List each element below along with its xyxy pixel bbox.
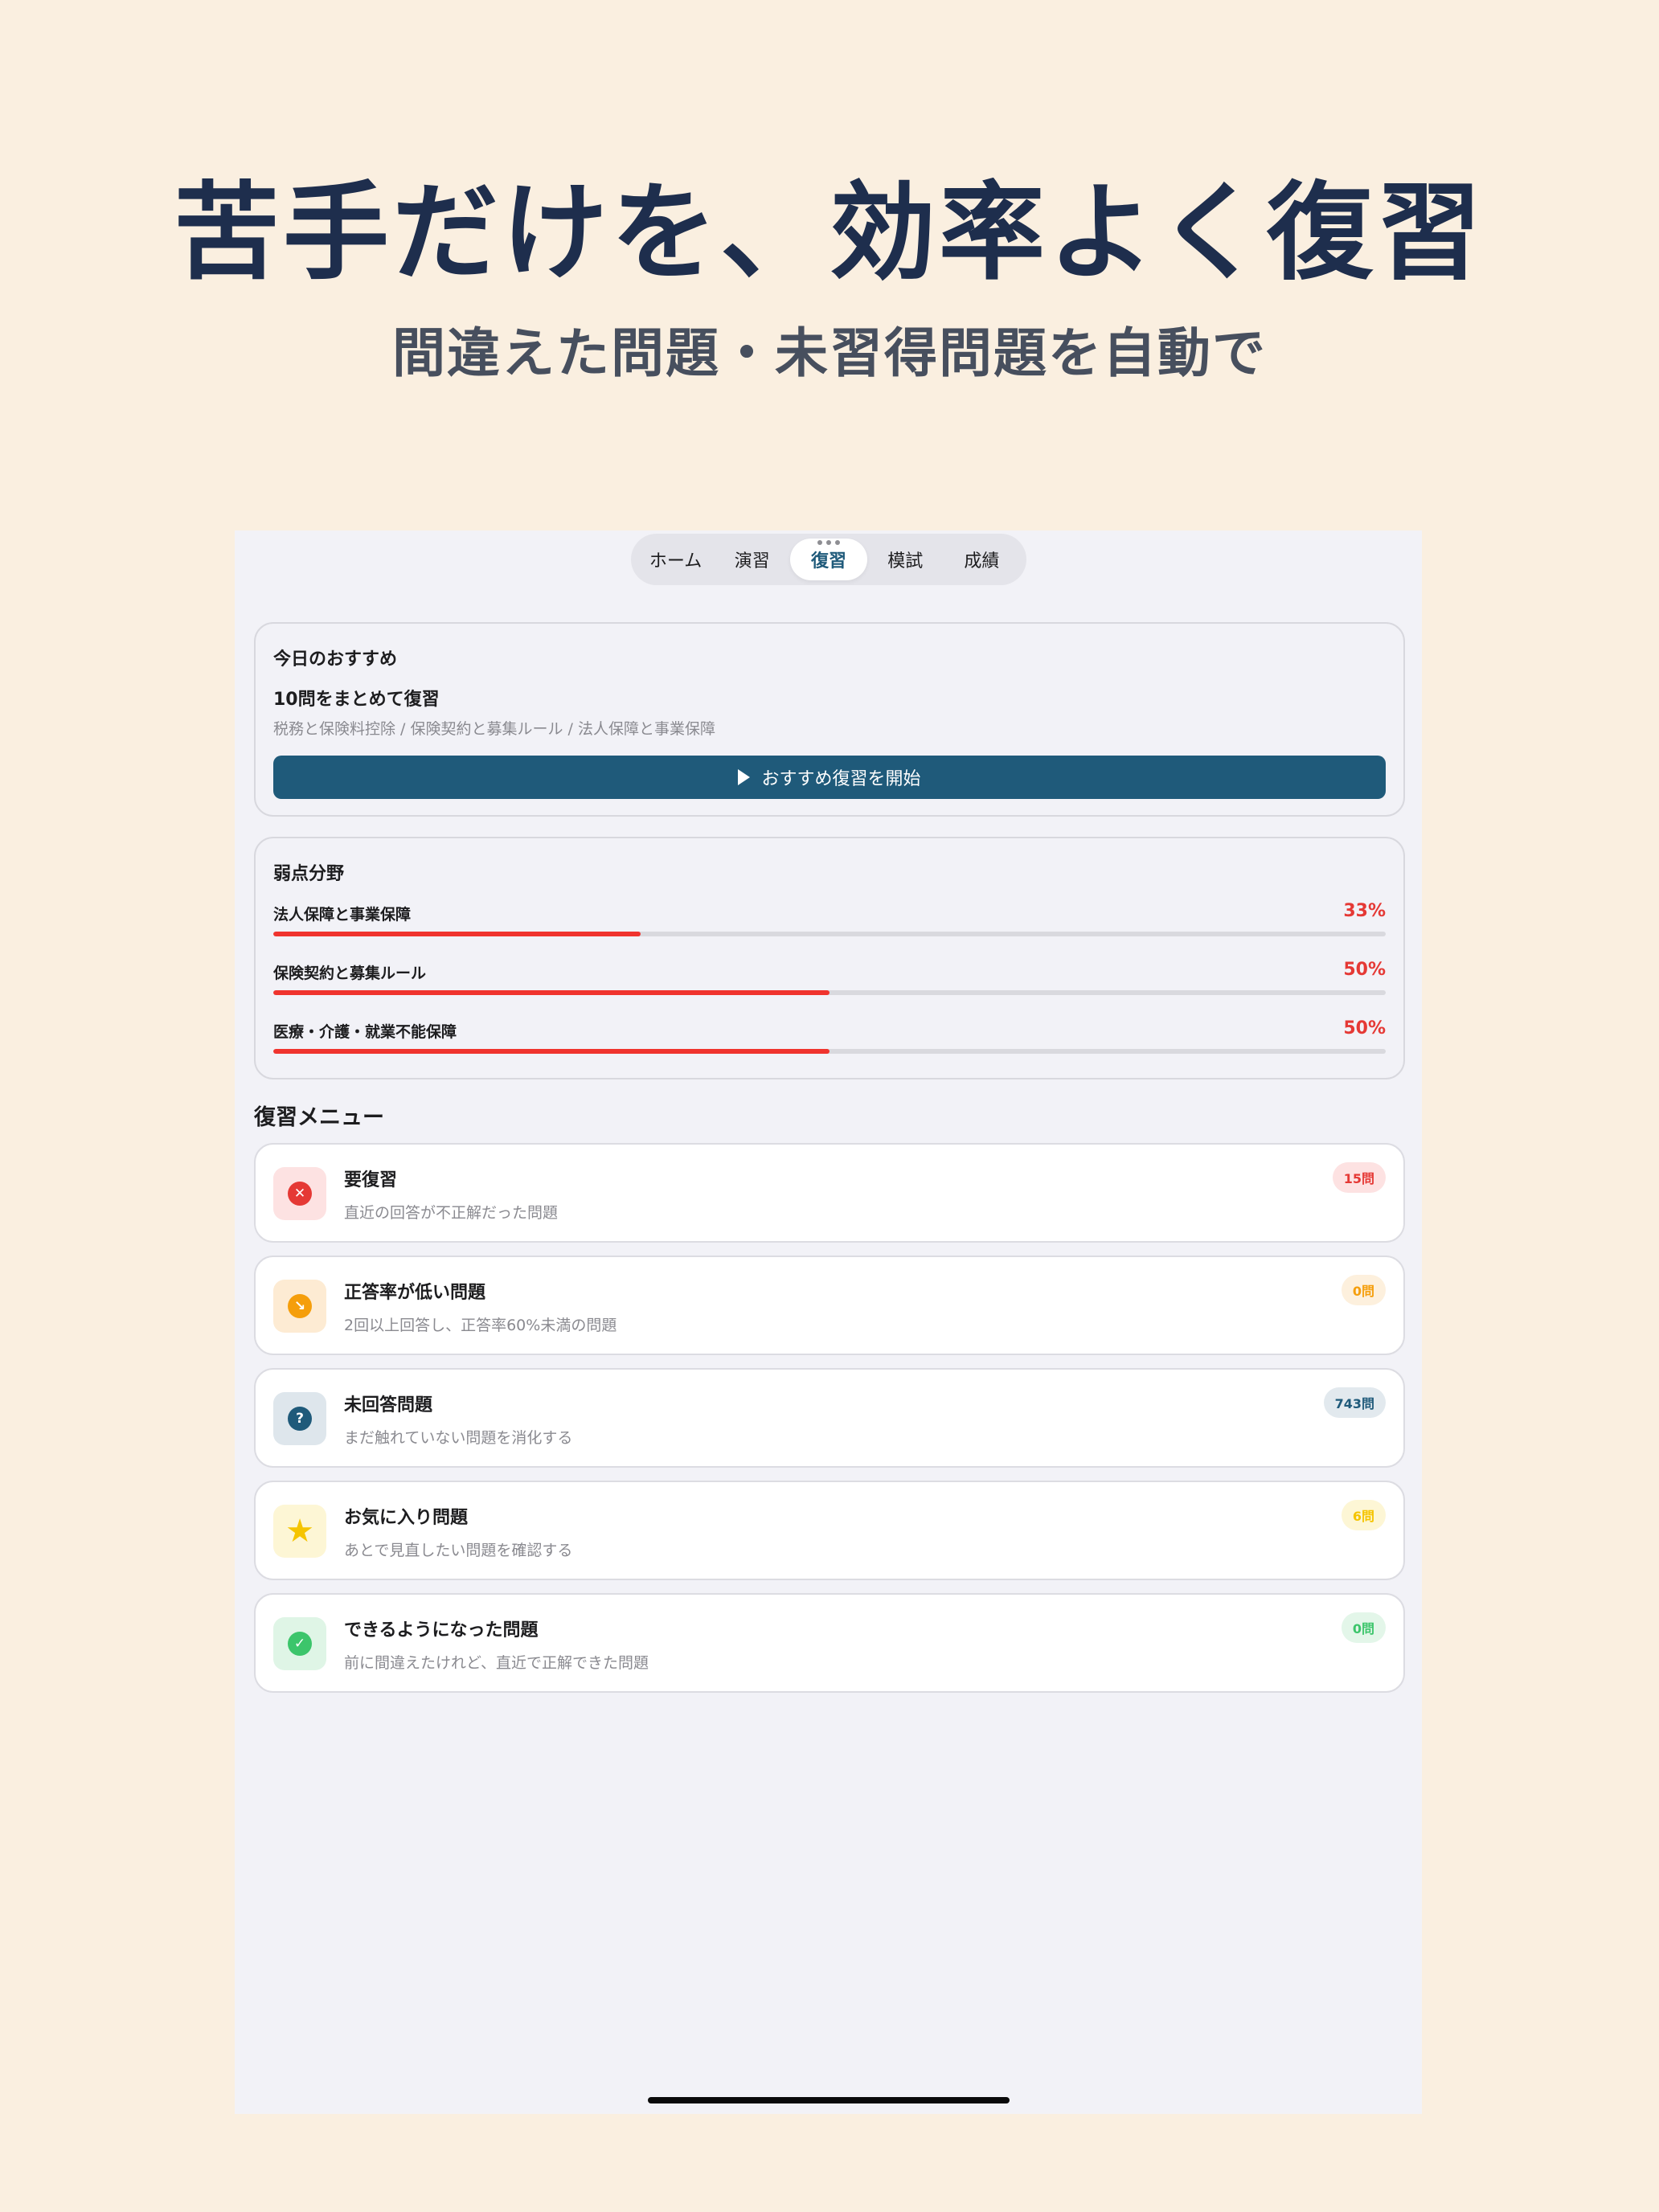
menu-item-description: 直近の回答が不正解だった問題 xyxy=(344,1204,559,1222)
menu-icon-box: ★ xyxy=(273,1505,326,1558)
menu-icon-box: ✓ xyxy=(273,1617,326,1670)
review-menu-item[interactable]: ↘ 正答率が低い問題 2回以上回答し、正答率60%未満の問題 0問 xyxy=(254,1256,1405,1355)
weak-area-progress-track xyxy=(273,1049,1386,1054)
weak-area-row: 医療・介護・就業不能保障 50% xyxy=(273,1018,1386,1055)
menu-item-title: できるようになった問題 xyxy=(344,1620,539,1641)
count-badge: 15問 xyxy=(1332,1162,1386,1193)
tab-practice[interactable]: 演習 xyxy=(714,539,790,580)
weak-area-progress-fill xyxy=(273,990,830,995)
count-badge: 0問 xyxy=(1341,1275,1386,1305)
tab-bar: ホーム 演習 復習 模試 成績 xyxy=(631,534,1026,585)
home-indicator xyxy=(648,2097,1010,2103)
x-circle-icon: ✕ xyxy=(288,1182,312,1206)
app-screen: ホーム 演習 復習 模試 成績 今日のおすすめ 10問をまとめて復習 税務と保険… xyxy=(235,530,1422,2114)
menu-item-title: 正答率が低い問題 xyxy=(344,1283,486,1303)
review-menu-title: 復習メニュー xyxy=(254,1105,384,1130)
chart-down-icon: ↘ xyxy=(288,1294,312,1318)
recommendation-subtitle: 税務と保険料控除 / 保険契約と募集ルール / 法人保障と事業保障 xyxy=(273,720,715,738)
star-icon: ★ xyxy=(285,1513,314,1550)
menu-icon-box: ↘ xyxy=(273,1280,326,1333)
tab-review[interactable]: 復習 xyxy=(790,539,867,580)
review-menu-item[interactable]: ? 未回答問題まだ触れていない問題を消化する 743問 xyxy=(254,1368,1405,1468)
play-icon xyxy=(738,769,751,785)
review-menu-item[interactable]: ★ お気に入り問題あとで見直したい問題を確認する 6問 xyxy=(254,1481,1405,1580)
review-menu-item[interactable]: ✕ 要復習直近の回答が不正解だった問題 15問 xyxy=(254,1143,1405,1243)
count-badge: 0問 xyxy=(1341,1612,1386,1643)
start-button-label: おすすめ復習を開始 xyxy=(761,769,921,789)
review-menu-item[interactable]: ✓ できるようになった問題前に間違えたけれど、直近で正解できた問題 0問 xyxy=(254,1593,1405,1693)
recommendation-card: 今日のおすすめ 10問をまとめて復習 税務と保険料控除 / 保険契約と募集ルール… xyxy=(254,622,1405,817)
tab-mock-exam[interactable]: 模試 xyxy=(867,539,944,580)
tab-results[interactable]: 成績 xyxy=(944,539,1020,580)
recommendation-headline: 10問をまとめて復習 xyxy=(273,690,440,710)
check-badge-icon: ✓ xyxy=(288,1632,312,1656)
weak-area-progress-track xyxy=(273,990,1386,995)
weak-area-percent: 50% xyxy=(1343,1018,1386,1038)
weak-area-label: 法人保障と事業保障 xyxy=(273,906,412,924)
weak-area-label: 保険契約と募集ルール xyxy=(273,965,427,982)
recommendation-title: 今日のおすすめ xyxy=(273,649,398,670)
weak-area-percent: 33% xyxy=(1343,901,1386,921)
menu-item-description: 前に間違えたけれど、直近で正解できた問題 xyxy=(344,1654,649,1672)
weak-area-percent: 50% xyxy=(1343,960,1386,980)
menu-item-description: 2回以上回答し、正答率60%未満の問題 xyxy=(344,1317,617,1334)
more-dots-icon xyxy=(817,540,840,545)
tab-review-label: 復習 xyxy=(811,551,847,571)
weak-area-row: 法人保障と事業保障 33% xyxy=(273,901,1386,938)
weak-areas-title: 弱点分野 xyxy=(273,864,345,884)
count-badge: 743問 xyxy=(1323,1387,1386,1418)
weak-area-progress-track xyxy=(273,932,1386,936)
question-circle-icon: ? xyxy=(288,1407,312,1431)
promo-headline: 苦手だけを、効率よく復習 xyxy=(174,171,1485,295)
menu-item-title: お気に入り問題 xyxy=(344,1508,469,1528)
weak-area-row: 保険契約と募集ルール 50% xyxy=(273,960,1386,997)
count-badge: 6問 xyxy=(1341,1500,1386,1530)
weak-area-progress-fill xyxy=(273,932,641,936)
start-recommended-review-button[interactable]: おすすめ復習を開始 xyxy=(273,756,1386,799)
menu-item-title: 未回答問題 xyxy=(344,1395,433,1415)
menu-item-description: あとで見直したい問題を確認する xyxy=(344,1542,573,1559)
menu-item-description: まだ触れていない問題を消化する xyxy=(344,1429,573,1447)
menu-icon-box: ✕ xyxy=(273,1167,326,1220)
weak-area-progress-fill xyxy=(273,1049,830,1054)
weak-areas-card: 弱点分野 法人保障と事業保障 33% 保険契約と募集ルール 50% 医療・介護・就業不能… xyxy=(254,837,1405,1079)
weak-area-label: 医療・介護・就業不能保障 xyxy=(273,1023,457,1041)
menu-item-title: 要復習 xyxy=(344,1170,398,1190)
menu-icon-box: ? xyxy=(273,1392,326,1445)
promo-subheadline: 間違えた問題・未習得問題を自動で xyxy=(392,322,1267,384)
tab-home[interactable]: ホーム xyxy=(637,539,714,580)
